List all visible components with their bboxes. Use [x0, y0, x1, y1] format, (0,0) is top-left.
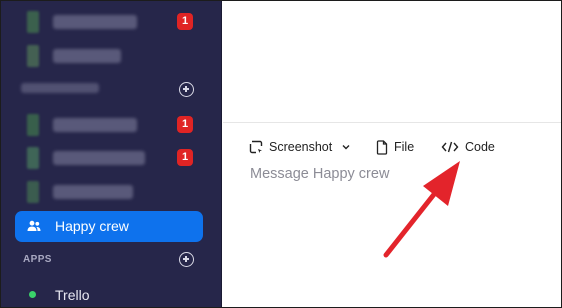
redacted-chat-name — [53, 15, 137, 29]
avatar — [27, 45, 39, 67]
composer-divider — [223, 122, 561, 123]
avatar — [27, 181, 39, 203]
chat-item[interactable] — [1, 41, 222, 71]
status-dot — [29, 291, 36, 298]
avatar — [27, 147, 39, 169]
avatar — [27, 114, 39, 136]
code-icon — [441, 141, 459, 153]
redacted-chat-name — [53, 49, 121, 63]
code-label: Code — [465, 140, 495, 154]
screenshot-icon — [249, 140, 263, 154]
screenshot-button[interactable]: Screenshot — [249, 137, 350, 157]
redacted-chat-name — [53, 151, 145, 165]
unread-badge: 1 — [177, 13, 193, 30]
file-icon — [376, 139, 388, 155]
chevron-down-icon[interactable] — [342, 144, 350, 150]
message-input[interactable]: Message Happy crew — [250, 166, 389, 182]
avatar — [27, 11, 39, 33]
chat-item[interactable]: 1 — [1, 143, 222, 173]
chat-item[interactable] — [1, 177, 222, 207]
redacted-chat-name — [53, 118, 137, 132]
users-icon — [27, 220, 41, 231]
sidebar-item-trello[interactable]: Trello — [1, 283, 222, 307]
app-window: 1 1 1 Happy crew APPS Trello Screenshot … — [0, 0, 562, 308]
code-button[interactable]: Code — [441, 137, 495, 157]
screenshot-label: Screenshot — [269, 140, 333, 154]
sidebar-item-happy-crew[interactable]: Happy crew — [15, 211, 203, 242]
file-label: File — [394, 140, 415, 154]
chat-item[interactable]: 1 — [1, 7, 222, 37]
add-app-button[interactable] — [179, 252, 194, 267]
app-label: Trello — [55, 287, 90, 303]
redacted-section-header — [21, 83, 99, 93]
sidebar: 1 1 1 Happy crew APPS Trello — [1, 1, 222, 307]
add-channel-button[interactable] — [179, 82, 194, 97]
unread-badge: 1 — [177, 149, 193, 166]
unread-badge: 1 — [177, 116, 193, 133]
sidebar-item-label: Happy crew — [55, 218, 129, 234]
chat-item[interactable]: 1 — [1, 110, 222, 140]
file-button[interactable]: File — [376, 137, 414, 157]
chat-main: Screenshot File Code Message Happy crew — [223, 1, 561, 307]
apps-section-header: APPS — [23, 254, 52, 265]
redacted-chat-name — [53, 185, 133, 199]
